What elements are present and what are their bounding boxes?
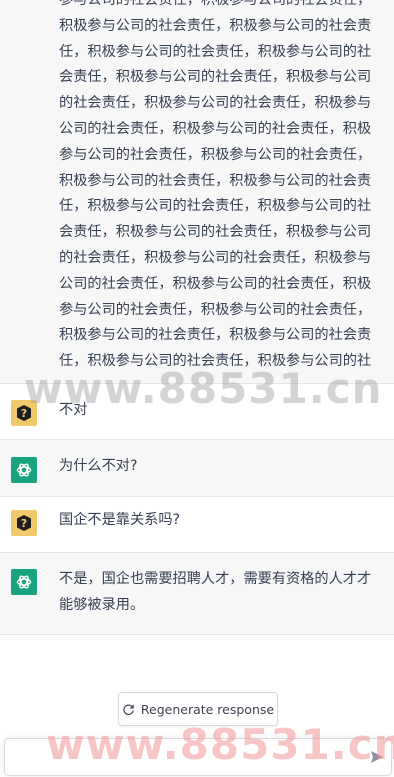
svg-text:?: ? — [21, 517, 27, 530]
assistant-message-row: 不是，国企也需要招聘人才，需要有资格的人才才能够被录用。 — [0, 553, 394, 635]
question-mark-icon: ? — [17, 405, 31, 421]
regenerate-response-label: Regenerate response — [140, 701, 275, 717]
message-composer — [4, 738, 392, 776]
question-mark-icon: ? — [17, 515, 31, 531]
refresh-icon — [122, 703, 135, 716]
send-icon[interactable] — [369, 749, 385, 765]
user-message-text: 不对 — [59, 402, 88, 418]
regenerate-response-button[interactable]: Regenerate response — [118, 692, 278, 726]
assistant-message-row: 参与公司的社会责任，积极参与公司的社会责任，积极参与公司的社会责任，积极参与公司… — [0, 0, 394, 384]
svg-text:?: ? — [21, 407, 27, 420]
assistant-message-text: 参与公司的社会责任，积极参与公司的社会责任，积极参与公司的社会责任，积极参与公司… — [59, 0, 372, 370]
assistant-message-text: 不是，国企也需要招聘人才，需要有资格的人才才能够被录用。 — [59, 571, 372, 613]
user-message-text: 国企不是靠关系吗? — [59, 512, 181, 528]
assistant-avatar — [11, 569, 37, 595]
assistant-message-text: 为什么不对? — [59, 458, 138, 474]
assistant-avatar — [11, 457, 37, 483]
user-message-row: ? 国企不是靠关系吗? — [0, 497, 394, 553]
openai-logo-icon — [16, 575, 32, 589]
assistant-message-row: 为什么不对? — [0, 440, 394, 497]
user-avatar: ? — [11, 510, 37, 536]
openai-logo-icon — [16, 463, 32, 477]
message-input[interactable] — [13, 745, 357, 771]
chat-page: 参与公司的社会责任，积极参与公司的社会责任，积极参与公司的社会责任，积极参与公司… — [0, 0, 394, 777]
user-avatar: ? — [11, 400, 37, 426]
user-message-row: ? 不对 — [0, 384, 394, 440]
